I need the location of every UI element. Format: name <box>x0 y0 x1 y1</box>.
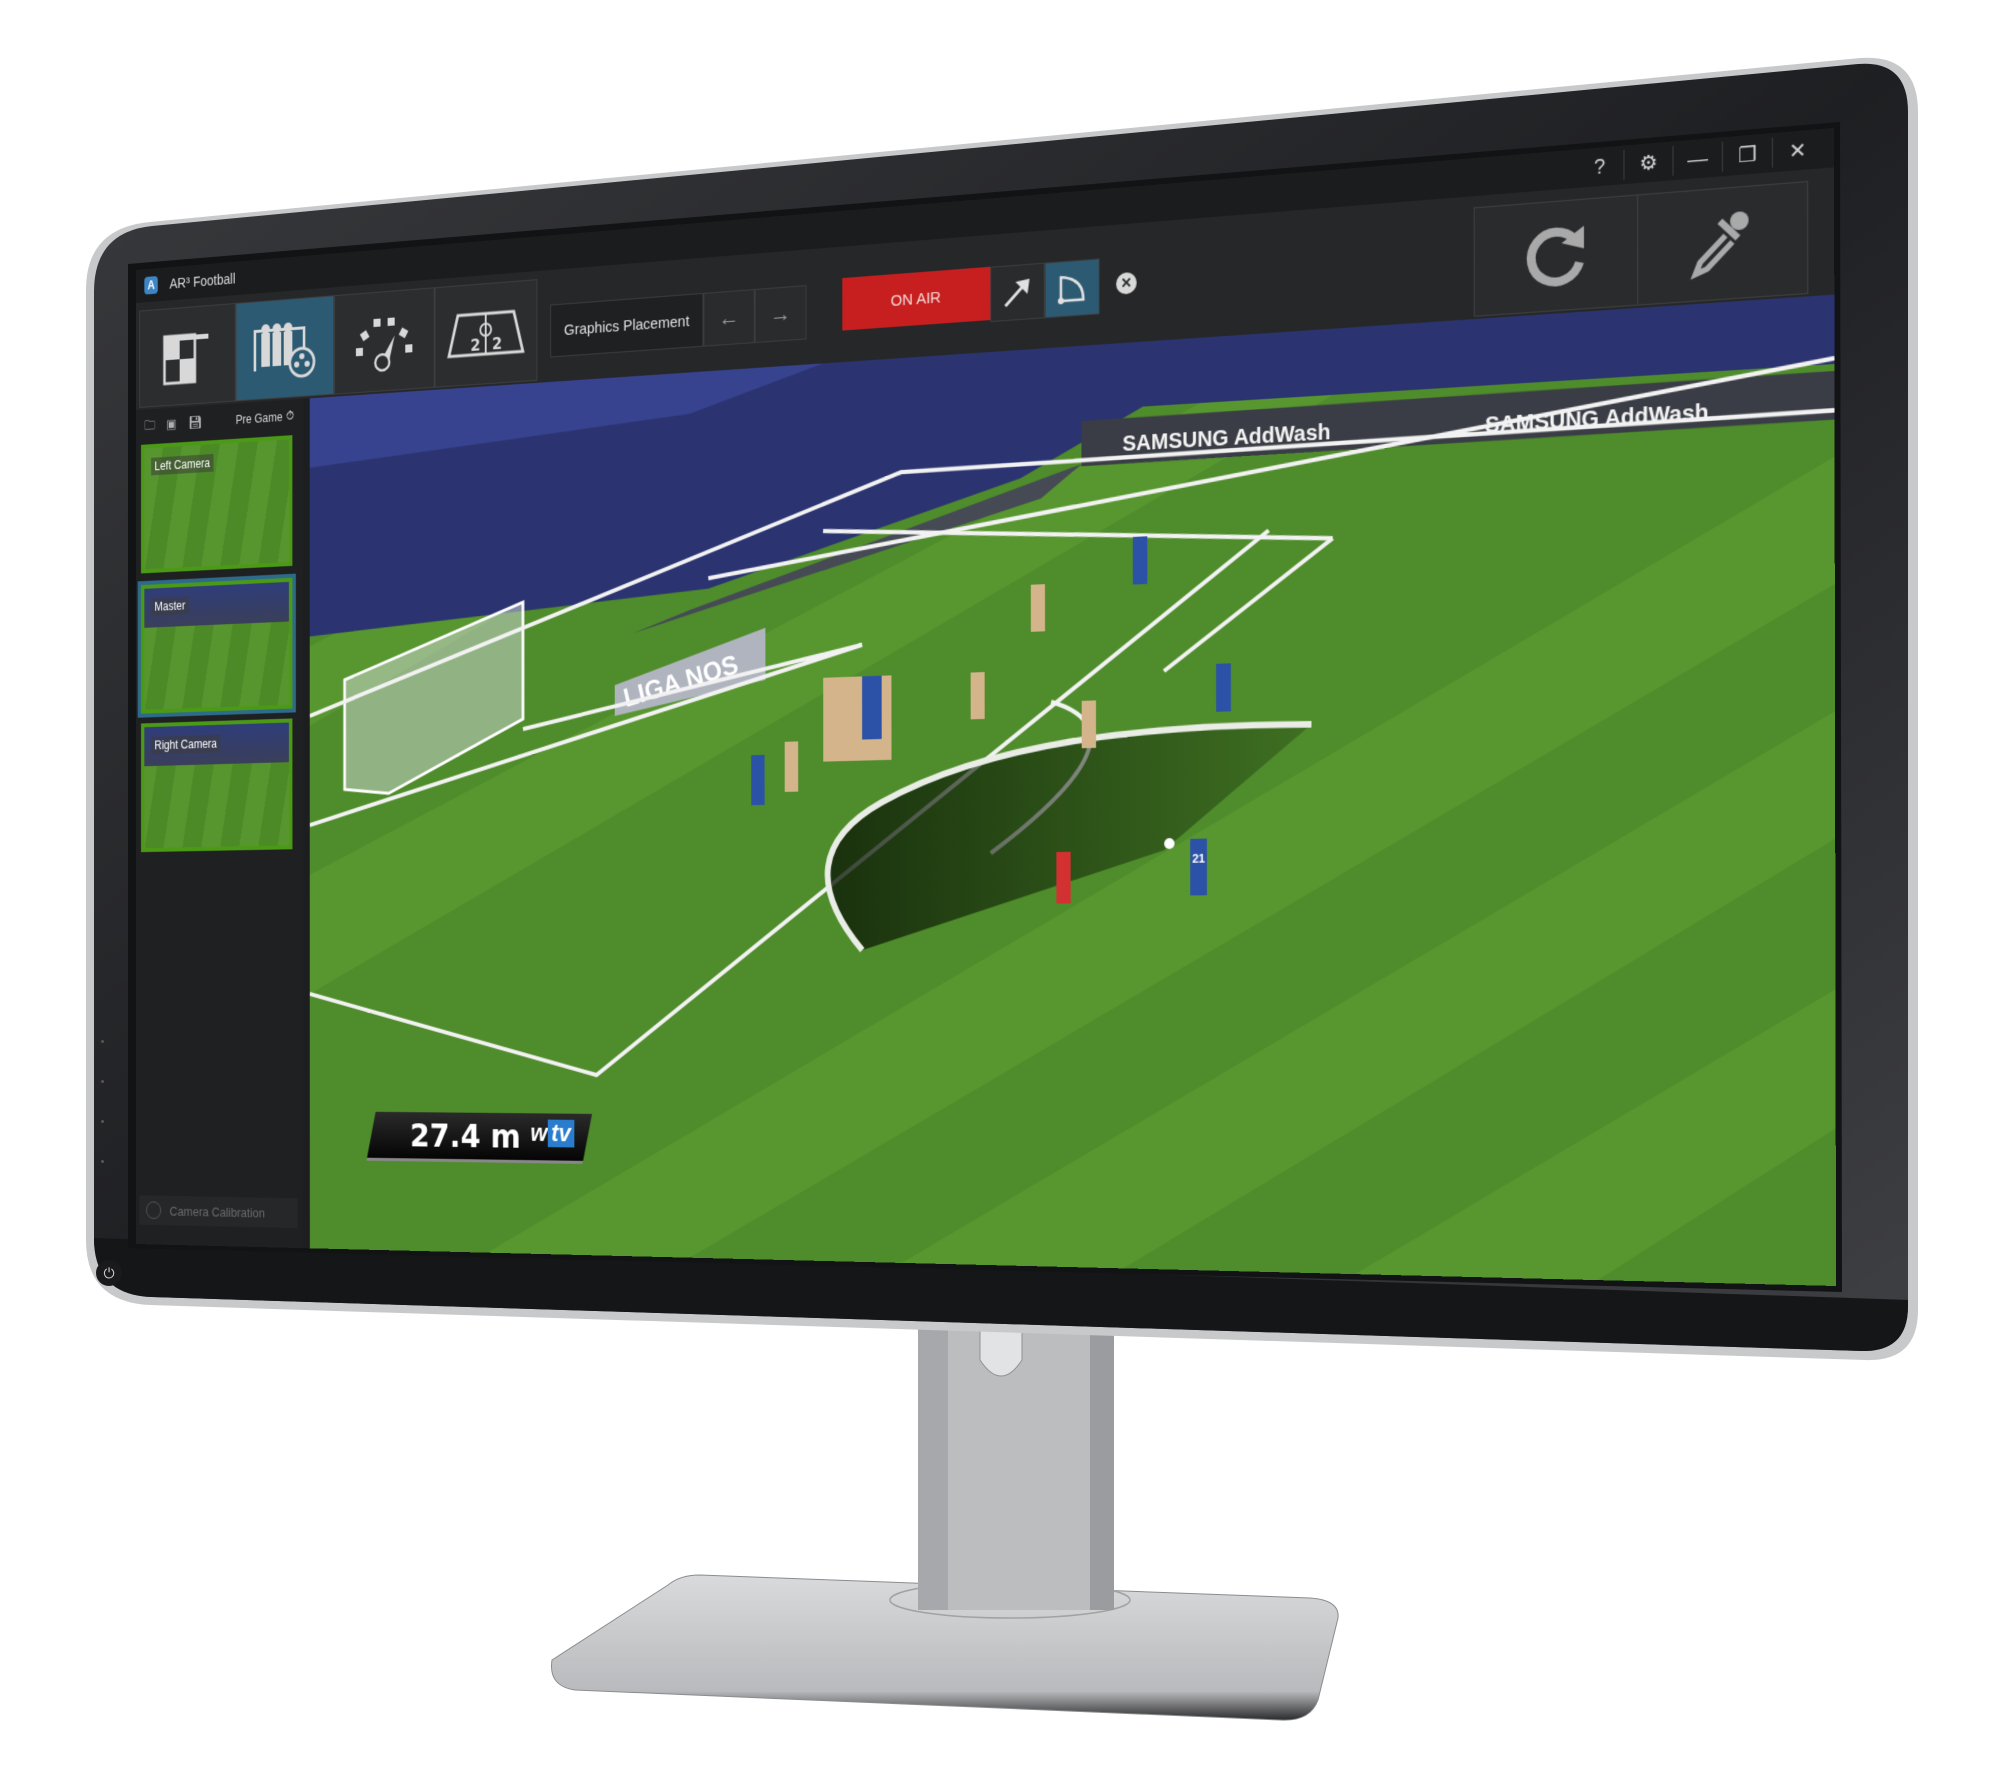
monitor-scene: ⏻ A AR³ Football ? ⚙ — ❐ ✕ 2 2 Graphics … <box>0 0 2000 1776</box>
refresh-icon <box>1519 216 1593 296</box>
next-arrow-icon[interactable]: → <box>754 285 807 344</box>
settings-gear-icon[interactable]: ⚙ <box>1623 146 1673 180</box>
on-air-button[interactable]: ON AIR <box>842 266 991 331</box>
pitch-formation-icon: 2 2 <box>445 300 526 367</box>
minimize-button[interactable]: — <box>1672 141 1722 176</box>
camera-thumbnail-right[interactable]: Right Camera <box>141 718 293 853</box>
indicator-led <box>101 1040 104 1043</box>
app-window: A AR³ Football ? ⚙ — ❐ ✕ 2 2 Graphics Pl… <box>136 128 1836 1286</box>
indicator-led <box>101 1160 104 1163</box>
channel-logo: w tv <box>530 1119 575 1152</box>
eyedropper-button[interactable] <box>1637 180 1809 306</box>
camera-label: Left Camera <box>151 453 214 476</box>
camera-label: Master <box>151 596 189 616</box>
broadcast-tools-group: ON AIR ✕ <box>842 254 1154 331</box>
camera-thumbnail-left[interactable]: Left Camera <box>141 435 293 574</box>
distance-value: 27.4 m <box>409 1116 521 1156</box>
eyedropper-icon <box>1684 210 1749 284</box>
folder-icon[interactable]: 🗀 <box>144 418 157 433</box>
camera-calibration-label: Camera Calibration <box>169 1203 265 1220</box>
close-button[interactable]: ✕ <box>1771 133 1823 168</box>
indicator-led <box>101 1080 104 1083</box>
previous-arrow-icon[interactable]: ← <box>703 288 755 347</box>
clear-button[interactable]: ✕ <box>1100 254 1154 312</box>
media-icon[interactable]: ▣ <box>166 416 179 431</box>
app-title: AR³ Football <box>169 270 236 292</box>
pregame-selector[interactable]: Pre Game ⏱ <box>236 408 295 427</box>
restore-button[interactable]: ❐ <box>1721 137 1772 172</box>
pregame-label: Pre Game <box>235 409 283 427</box>
player-number: 21 <box>1192 853 1205 866</box>
svg-text:2: 2 <box>470 337 480 356</box>
power-button[interactable]: ⏻ <box>96 1260 122 1286</box>
broadcast-viewport[interactable]: SAMSUNG AddWash SAMSUNG AddWash LIGA NOS <box>309 294 1836 1286</box>
camera-label: Right Camera <box>151 734 221 755</box>
tab-formation[interactable]: 2 2 <box>434 279 538 388</box>
arrow-tool-button[interactable] <box>990 262 1045 323</box>
refresh-button[interactable] <box>1473 194 1640 317</box>
stopwatch-icon: ⏱ <box>286 408 295 423</box>
clear-x-icon: ✕ <box>1116 271 1137 295</box>
referee <box>1056 851 1071 904</box>
speedometer-icon <box>355 317 413 379</box>
app-logo-icon: A <box>144 275 158 295</box>
arc-tool-button[interactable] <box>1044 258 1100 319</box>
svg-text:2: 2 <box>492 335 502 354</box>
checkerboard-icon <box>158 319 209 392</box>
calibration-icon <box>146 1201 162 1220</box>
indicator-led <box>101 1120 104 1123</box>
help-icon[interactable]: ? <box>1576 150 1623 183</box>
tab-free-kick-wall[interactable] <box>235 295 335 402</box>
tab-calibration-board[interactable] <box>139 302 236 408</box>
camera-thumbnail-master[interactable]: Master <box>137 573 296 718</box>
sidebar-header: 🗀 ▣ 💾︎ Pre Game ⏱ <box>136 405 303 440</box>
camera-calibration-button[interactable]: Camera Calibration <box>139 1195 298 1229</box>
save-icon[interactable]: 💾︎ <box>188 414 202 430</box>
distance-graphic: 27.4 m w tv <box>366 1111 593 1164</box>
camera-sidebar: 🗀 ▣ 💾︎ Pre Game ⏱ Left Camera Master Rig… <box>136 398 303 1249</box>
free-kick-taker <box>1190 838 1207 896</box>
tab-ball-speed[interactable] <box>334 287 435 395</box>
graphics-placement-group: Graphics Placement ← → <box>550 285 807 358</box>
graphics-placement-button[interactable]: Graphics Placement <box>550 292 704 358</box>
free-kick-wall-icon <box>253 322 321 386</box>
arc-tool-icon <box>1055 269 1090 308</box>
arrow-tool-icon <box>1001 274 1033 311</box>
